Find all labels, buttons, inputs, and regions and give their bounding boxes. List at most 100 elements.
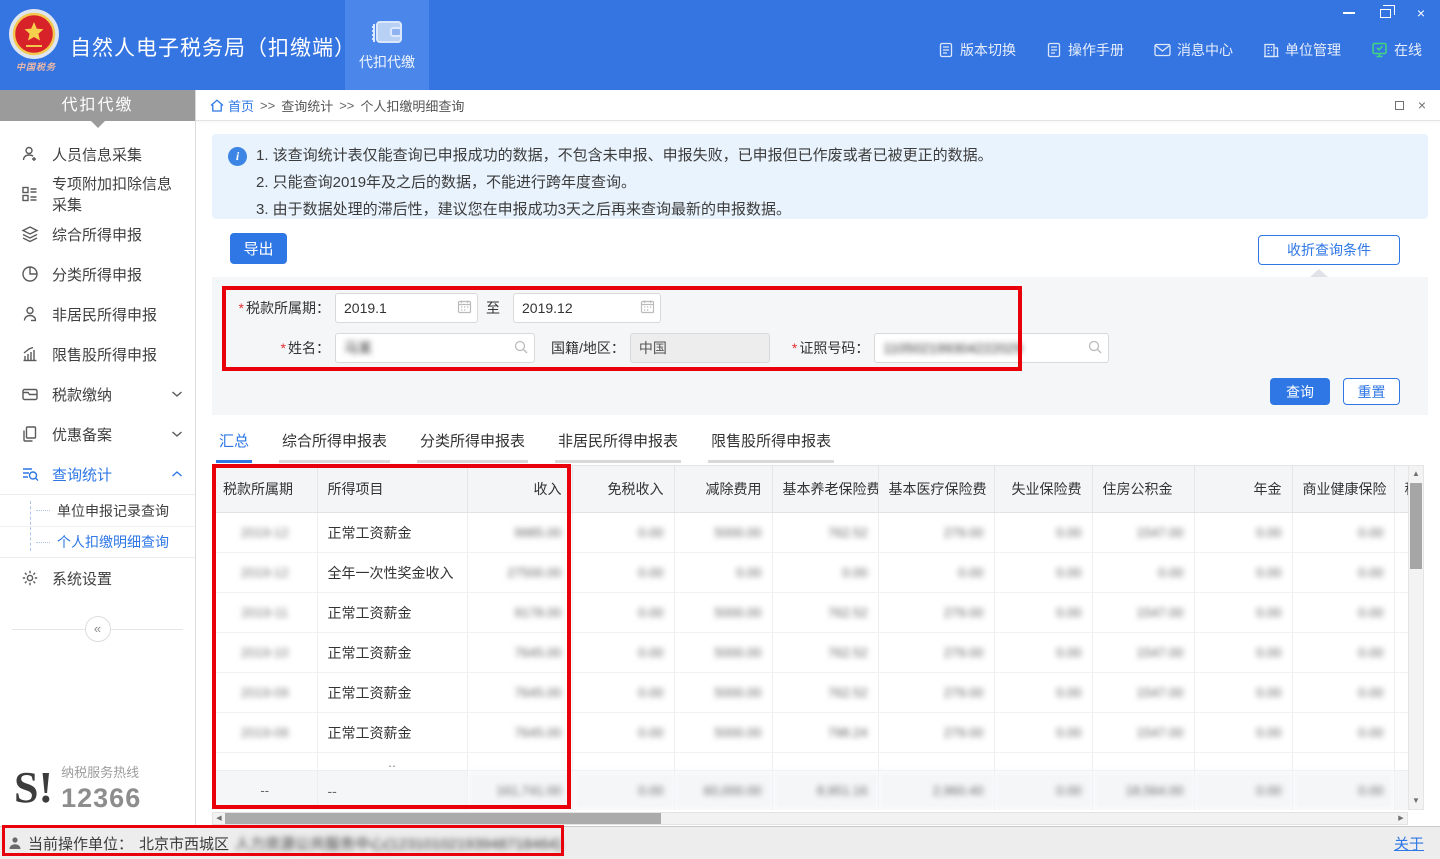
cell-health-insurance: 0.00	[1292, 633, 1394, 673]
table-header-row: 税款所属期 所得项目 收入 免税收入 减除费用 基本养老保险费 基本医疗保险费 …	[213, 466, 1408, 513]
tab-restricted-stock-return[interactable]: 限售股所得申报表	[708, 430, 834, 463]
sidebar-item-classified-income[interactable]: 分类所得申报	[0, 254, 195, 294]
tab-summary[interactable]: 汇总	[216, 430, 252, 463]
cell-health-insurance: 0.00	[1292, 771, 1394, 811]
cell-period: 2019-12	[213, 553, 317, 593]
envelope-icon	[1154, 43, 1171, 57]
cell-period: 2019-09	[213, 673, 317, 713]
vertical-scroll-thumb[interactable]	[1410, 483, 1422, 569]
sidebar-item-personnel-info[interactable]: 人员信息采集	[0, 134, 195, 174]
minimize-icon	[1343, 12, 1355, 14]
panel-window-controls: ×	[1395, 97, 1426, 113]
tab-classified-income-return[interactable]: 分类所得申报表	[417, 430, 528, 463]
sidebar-item-restricted-stock[interactable]: 限售股所得申报	[0, 334, 195, 374]
search-icon[interactable]	[1087, 339, 1103, 355]
sidebar-subitem-unit-declare-record[interactable]: 单位申报记录查询	[0, 495, 195, 526]
period-from-input[interactable]: 2019.1	[335, 293, 478, 323]
id-number-input[interactable]: 110502199304222029	[874, 333, 1109, 363]
sidebar-item-label: 税款缴纳	[52, 384, 171, 405]
panel-maximize-button[interactable]	[1395, 98, 1404, 113]
cell-pension: 762.52	[772, 633, 878, 673]
sidebar-item-nonresident-income[interactable]: 非居民所得申报	[0, 294, 195, 334]
calendar-icon[interactable]	[457, 299, 472, 314]
export-button[interactable]: 导出	[230, 233, 287, 264]
horizontal-scrollbar[interactable]: ◀ ▶	[212, 812, 1408, 825]
sidebar-item-preferential-filing[interactable]: 优惠备案	[0, 414, 195, 454]
cell-tax-free-income: 0.00	[572, 771, 674, 811]
nav-online-status[interactable]: 在线	[1371, 40, 1422, 60]
collapse-query-conditions-button[interactable]: 收折查询条件	[1258, 235, 1400, 265]
nav-unit-management[interactable]: 单位管理	[1263, 40, 1341, 60]
copy-icon	[20, 424, 40, 444]
nationality-label: 国籍/地区：	[551, 338, 625, 358]
period-to-input[interactable]: 2019.12	[513, 293, 661, 323]
restore-button[interactable]	[1376, 5, 1394, 21]
col-header-period: 税款所属期	[213, 466, 317, 513]
query-button[interactable]: 查询	[1270, 378, 1330, 405]
calendar-icon[interactable]	[640, 299, 655, 314]
sidebar-item-special-deduction[interactable]: 专项附加扣除信息采集	[0, 174, 195, 214]
sidebar-subitem-personal-withholding-detail[interactable]: 个人扣缴明细查询	[0, 526, 195, 557]
cell-health-insurance	[1292, 753, 1394, 771]
vertical-scrollbar[interactable]: ▲ ▼	[1408, 465, 1424, 810]
cell-income: 161,741.00	[467, 771, 572, 811]
query-statistics-submenu: 单位申报记录查询 个人扣缴明细查询	[0, 494, 195, 558]
cell-pension: 8,951.16	[772, 771, 878, 811]
name-input[interactable]: 马某	[335, 333, 535, 363]
cell-income-item: 正常工资薪金	[317, 673, 467, 713]
search-list-icon	[20, 464, 40, 484]
sidebar-item-query-statistics[interactable]: 查询统计	[0, 454, 195, 494]
nav-message-center[interactable]: 消息中心	[1154, 40, 1233, 60]
sidebar-item-tax-payment[interactable]: 税款缴纳	[0, 374, 195, 414]
close-button[interactable]: ×	[1412, 5, 1430, 21]
name-label: *姓名：	[212, 338, 330, 358]
breadcrumb-home-label: 首页	[228, 96, 254, 115]
cell-medical: 0.00	[878, 553, 994, 593]
cell-medical: 2,960.40	[878, 771, 994, 811]
search-icon[interactable]	[513, 339, 529, 355]
form-list-icon	[20, 184, 40, 204]
unit-prefix: 北京市西城区	[139, 833, 229, 854]
breadcrumb-home[interactable]: 首页	[210, 96, 254, 115]
logo-caption: 中国税务	[8, 60, 64, 73]
tab-withholding-module[interactable]: 代扣代缴	[345, 0, 429, 90]
sidebar-collapse-button[interactable]: «	[85, 616, 111, 642]
cell-income-item: 正常工资薪金	[317, 513, 467, 553]
cell-tax-free-income: 0.00	[572, 713, 674, 753]
cell-pension: 762.52	[772, 593, 878, 633]
panel-close-button[interactable]: ×	[1418, 97, 1426, 113]
cell-income: 27500.00	[467, 553, 572, 593]
scroll-up-button[interactable]: ▲	[1409, 466, 1423, 482]
id-number-label: *证照号码：	[792, 338, 869, 358]
nav-label: 在线	[1394, 40, 1422, 60]
cell-annuity: 0.00	[1194, 713, 1292, 753]
nav-version-switch[interactable]: 版本切换	[938, 40, 1016, 60]
cell-housing-fund: 1547.00	[1092, 513, 1194, 553]
cell-period: 2019-12	[213, 513, 317, 553]
cell-health-insurance: 0.00	[1292, 553, 1394, 593]
reset-button[interactable]: 重置	[1343, 378, 1400, 405]
cell-deduction: 60,000.00	[674, 771, 772, 811]
col-header-medical: 基本医疗保险费	[878, 466, 994, 513]
about-link[interactable]: 关于	[1394, 833, 1424, 854]
horizontal-scroll-thumb[interactable]	[225, 813, 661, 824]
cell-medical: 279.00	[878, 513, 994, 553]
scroll-right-button[interactable]: ▶	[1395, 813, 1407, 824]
minimize-button[interactable]	[1340, 5, 1358, 21]
nav-manual[interactable]: 操作手册	[1046, 40, 1124, 60]
sidebar-item-comprehensive-income[interactable]: 综合所得申报	[0, 214, 195, 254]
tab-nonresident-income-return[interactable]: 非居民所得申报表	[555, 430, 681, 463]
sidebar-item-label: 综合所得申报	[52, 224, 183, 245]
chevron-up-icon	[171, 470, 183, 478]
tab-comprehensive-income-return[interactable]: 综合所得申报表	[279, 430, 390, 463]
cell-housing-fund: 1547.00	[1092, 673, 1194, 713]
scroll-down-button[interactable]: ▼	[1409, 793, 1423, 809]
cell-pension: 798.24	[772, 713, 878, 753]
cell-income: 9178.00	[467, 593, 572, 633]
cell-housing-fund: 0.00	[1092, 553, 1194, 593]
scroll-left-button[interactable]: ◀	[213, 813, 225, 824]
cell-income: 7645.00	[467, 673, 572, 713]
sidebar-item-system-settings[interactable]: 系统设置	[0, 558, 195, 598]
building-icon	[1263, 43, 1279, 58]
cell-medical: 279.00	[878, 713, 994, 753]
